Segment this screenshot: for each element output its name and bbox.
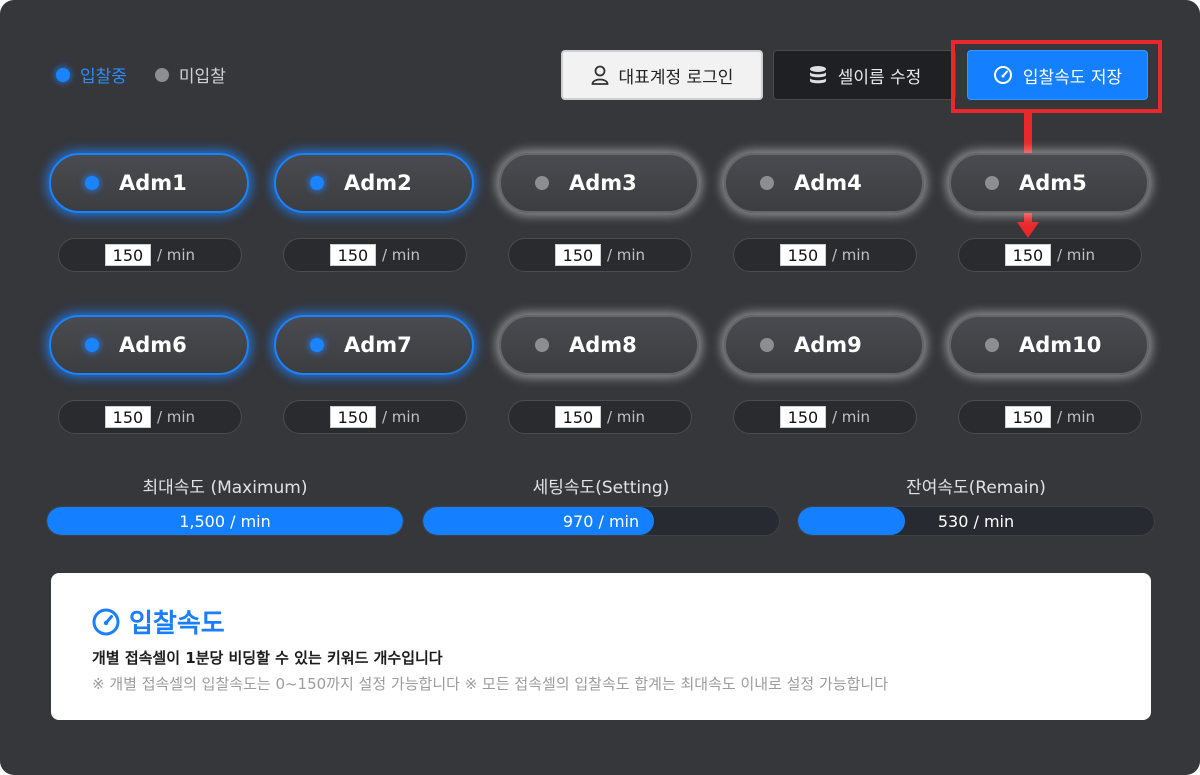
- cell-status-dot: [310, 338, 324, 352]
- cell-speed-control: / min: [58, 238, 242, 272]
- cell-speed-input[interactable]: [329, 244, 376, 266]
- admin-cell[interactable]: Adm2: [274, 153, 474, 213]
- cell-speed-input[interactable]: [104, 244, 151, 266]
- setting-speed-label: 세팅속도(Setting): [532, 478, 670, 498]
- max-speed-label: 최대속도 (Maximum): [142, 478, 308, 498]
- speed-unit-label: / min: [606, 246, 646, 264]
- setting-speed-bar: 970 / min: [422, 506, 780, 536]
- cell-speed-input[interactable]: [554, 406, 601, 428]
- cell-status-dot: [310, 176, 324, 190]
- setting-speed-value: 970 / min: [562, 511, 640, 531]
- cell-speed-control: / min: [58, 400, 242, 434]
- cell-speed-control: / min: [508, 238, 692, 272]
- cell-status-dot: [985, 338, 999, 352]
- speed-unit-label: / min: [831, 408, 871, 426]
- cell-speed-input[interactable]: [104, 406, 151, 428]
- cell-speed-input[interactable]: [1004, 244, 1051, 266]
- cell-speed-input[interactable]: [779, 244, 826, 266]
- info-title: 입찰속도: [91, 603, 225, 640]
- admin-cell[interactable]: Adm4: [724, 153, 924, 213]
- cell-status-dot: [535, 176, 549, 190]
- cell-status-dot: [535, 338, 549, 352]
- cell-speed-control: / min: [958, 400, 1142, 434]
- cell-status-dot: [85, 338, 99, 352]
- cell-speed-control: / min: [283, 238, 467, 272]
- cell-name: Adm5: [1019, 171, 1087, 195]
- cell-speed-input[interactable]: [1004, 406, 1051, 428]
- remain-speed-bar: 530 / min: [797, 506, 1155, 536]
- speed-unit-label: / min: [381, 246, 421, 264]
- save-button-highlight: [951, 40, 1162, 113]
- info-description: 개별 접속셀이 1분당 비딩할 수 있는 키워드 개수입니다: [92, 649, 443, 667]
- admin-cell[interactable]: Adm8: [499, 315, 699, 375]
- info-card: 입찰속도 개별 접속셀이 1분당 비딩할 수 있는 키워드 개수입니다 ※ 개별…: [51, 573, 1151, 720]
- max-speed-value: 1,500 / min: [179, 511, 271, 531]
- cell-status-dot: [760, 338, 774, 352]
- cell-speed-input[interactable]: [779, 406, 826, 428]
- inactive-status-dot: [154, 67, 169, 82]
- cell-speed-control: / min: [508, 400, 692, 434]
- speed-unit-label: / min: [606, 408, 646, 426]
- cell-speed-input[interactable]: [554, 244, 601, 266]
- highlight-arrow-head: [1017, 222, 1039, 238]
- speed-unit-label: / min: [156, 246, 196, 264]
- cell-name: Adm8: [569, 333, 637, 357]
- cell-speed-control: / min: [733, 400, 917, 434]
- cell-speed-input[interactable]: [329, 406, 376, 428]
- remain-speed-value: 530 / min: [937, 511, 1015, 531]
- cell-name: Adm1: [119, 171, 187, 195]
- admin-cell[interactable]: Adm3: [499, 153, 699, 213]
- cell-name: Adm6: [119, 333, 187, 357]
- speed-unit-label: / min: [1056, 246, 1096, 264]
- admin-cell[interactable]: Adm9: [724, 315, 924, 375]
- cell-speed-control: / min: [283, 400, 467, 434]
- admin-cell[interactable]: Adm7: [274, 315, 474, 375]
- control-panel: 입찰중 미입찰 대표계정 로그인 셀이름 수정 입찰속도 저장 Adm1/ mi…: [0, 0, 1200, 775]
- gauge-icon: [92, 608, 120, 635]
- admin-cell[interactable]: Adm1: [49, 153, 249, 213]
- admin-cell[interactable]: Adm6: [49, 315, 249, 375]
- cell-name: Adm10: [1019, 333, 1102, 357]
- cell-name: Adm3: [569, 171, 637, 195]
- speed-unit-label: / min: [1056, 408, 1096, 426]
- rename-cell-button[interactable]: 셀이름 수정: [773, 50, 956, 100]
- cell-status-dot: [85, 176, 99, 190]
- representative-login-button[interactable]: 대표계정 로그인: [561, 50, 763, 100]
- cell-status-dot: [985, 176, 999, 190]
- speed-unit-label: / min: [156, 408, 196, 426]
- legend-inactive-label: 미입찰: [178, 67, 226, 87]
- rename-button-label: 셀이름 수정: [837, 67, 922, 88]
- active-status-dot: [56, 67, 70, 82]
- cell-name: Adm9: [794, 333, 862, 357]
- cell-speed-control: / min: [958, 238, 1142, 272]
- remain-speed-label: 잔여속도(Remain): [906, 478, 1046, 498]
- admin-cell[interactable]: Adm5: [949, 153, 1149, 213]
- user-icon: [591, 65, 608, 85]
- cell-name: Adm4: [794, 171, 862, 195]
- admin-cell[interactable]: Adm10: [949, 315, 1149, 375]
- speed-unit-label: / min: [381, 408, 421, 426]
- speed-unit-label: / min: [831, 246, 871, 264]
- max-speed-bar: 1,500 / min: [46, 506, 404, 536]
- database-icon: [809, 66, 826, 84]
- info-title-text: 입찰속도: [129, 609, 225, 639]
- legend-active-label: 입찰중: [80, 67, 127, 87]
- cell-name: Adm2: [344, 171, 412, 195]
- cell-speed-control: / min: [733, 238, 917, 272]
- login-button-label: 대표계정 로그인: [618, 67, 734, 88]
- cell-status-dot: [760, 176, 774, 190]
- status-legend: 입찰중 미입찰: [56, 62, 254, 87]
- cell-name: Adm7: [344, 333, 412, 357]
- info-note: ※ 개별 접속셀의 입찰속도는 0~150까지 설정 가능합니다 ※ 모든 접속…: [92, 675, 889, 693]
